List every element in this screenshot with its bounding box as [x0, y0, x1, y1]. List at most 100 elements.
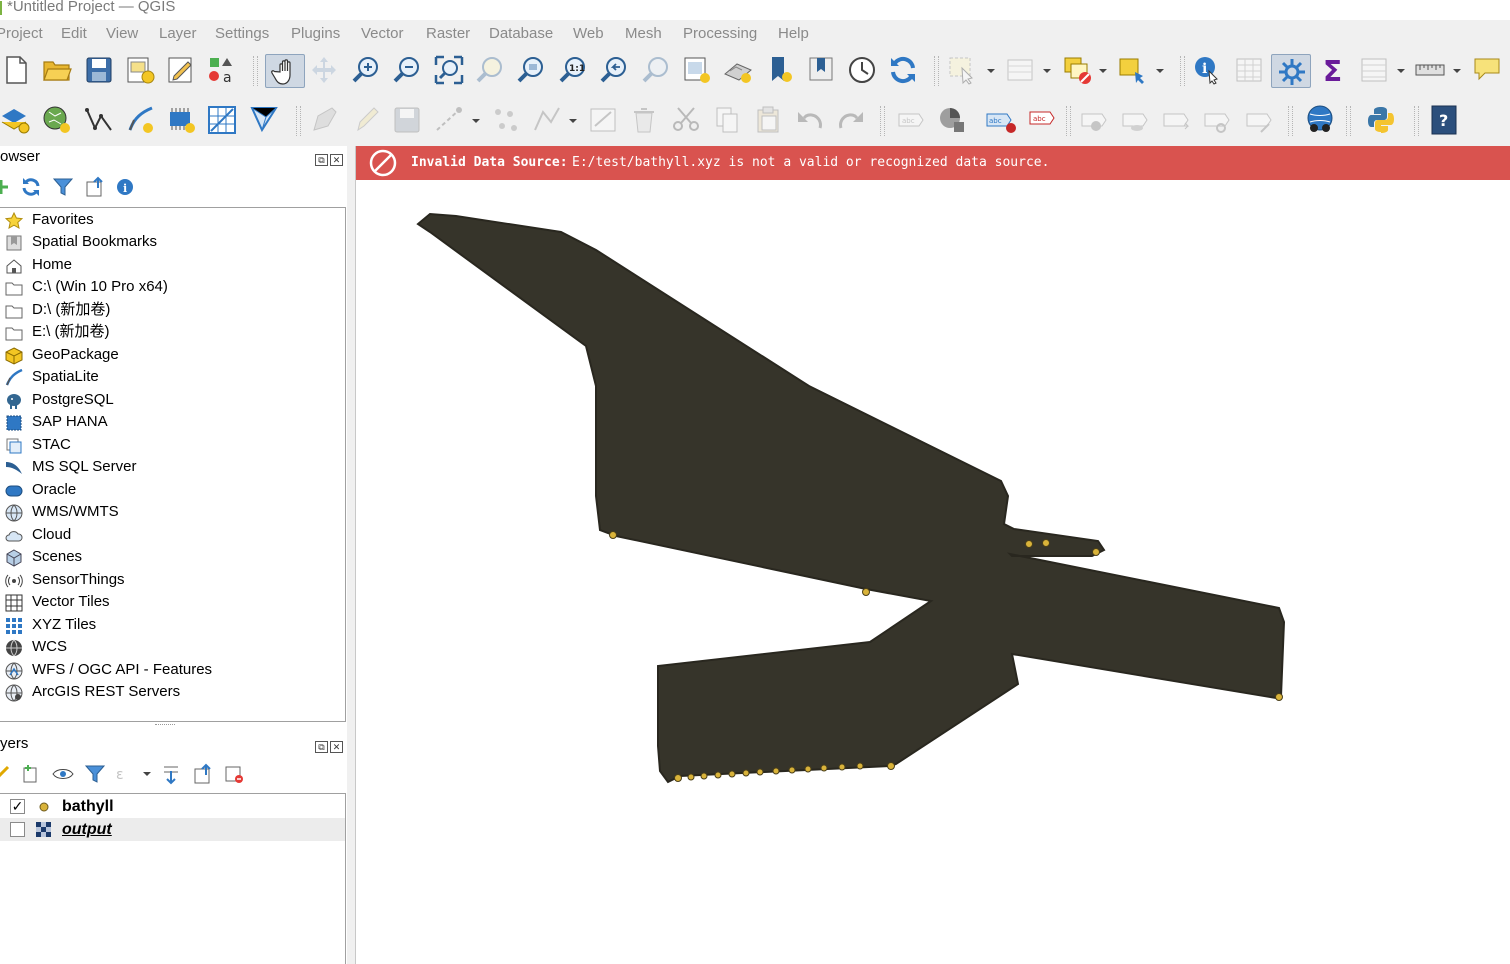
layer-visibility-checkbox[interactable]: ✓: [10, 799, 25, 814]
map-tips-icon[interactable]: [1471, 54, 1503, 86]
toggle-editing-icon[interactable]: [350, 104, 382, 136]
pan-icon[interactable]: [265, 54, 305, 88]
filter-by-expression-icon[interactable]: ε: [114, 763, 136, 785]
close-icon[interactable]: ✕: [330, 741, 343, 753]
new-project-icon[interactable]: [0, 54, 32, 86]
browser-item-drive-d[interactable]: D:\ (新加卷): [0, 299, 340, 321]
filter-features-icon[interactable]: [1117, 54, 1149, 86]
open-project-icon[interactable]: [41, 54, 73, 86]
new-virtual-layer-icon[interactable]: [206, 104, 238, 136]
close-icon[interactable]: ✕: [330, 154, 343, 166]
measure-line-icon[interactable]: [1414, 54, 1446, 86]
save-project-icon[interactable]: [83, 54, 115, 86]
move-label-icon[interactable]: [1119, 104, 1151, 136]
undo-icon[interactable]: [794, 104, 826, 136]
browser-item-scenes[interactable]: Scenes: [0, 546, 340, 568]
new-shapefile-layer-icon[interactable]: [83, 104, 115, 136]
new-geopackage-layer-icon[interactable]: [41, 104, 73, 136]
menu-help[interactable]: Help: [778, 25, 809, 42]
change-label-icon[interactable]: [1201, 104, 1233, 136]
chevron-down-icon[interactable]: [1042, 67, 1052, 75]
python-console-icon[interactable]: [1365, 104, 1397, 136]
delete-selected-icon[interactable]: [587, 104, 619, 136]
filter-legend-icon[interactable]: [84, 763, 106, 785]
new-map-view-icon[interactable]: [681, 54, 713, 86]
add-group-icon[interactable]: [20, 763, 42, 785]
diagram-toolbar-icon[interactable]: [936, 104, 968, 136]
browser-item-home[interactable]: Home: [0, 254, 340, 276]
current-edits-icon[interactable]: [308, 104, 340, 136]
layers-tree[interactable]: ✓ bathyll output: [0, 793, 346, 964]
chevron-down-icon[interactable]: [1155, 67, 1165, 75]
collapse-all-icon[interactable]: [84, 176, 106, 198]
browser-item-wcs[interactable]: WCS: [0, 636, 340, 658]
browser-item-favorites[interactable]: Favorites: [0, 209, 340, 231]
digitize-icon[interactable]: [433, 104, 465, 136]
info-icon[interactable]: i: [114, 176, 136, 198]
zoom-to-selection-icon[interactable]: [474, 54, 506, 86]
add-selected-layer-icon[interactable]: [0, 176, 14, 198]
vertex-tool-icon[interactable]: [490, 104, 522, 136]
menu-vector[interactable]: Vector: [361, 25, 404, 42]
paste-features-icon[interactable]: [752, 104, 784, 136]
layer-visibility-checkbox[interactable]: [10, 822, 25, 837]
new-mesh-layer-icon[interactable]: [248, 104, 280, 136]
temporal-controller-icon[interactable]: [846, 54, 878, 86]
zoom-native-resolution-icon[interactable]: 1:1: [557, 54, 589, 86]
menu-web[interactable]: Web: [573, 25, 604, 42]
browser-item-oracle[interactable]: Oracle: [0, 479, 340, 501]
show-hide-labels-icon[interactable]: [1078, 104, 1110, 136]
field-calculator-icon[interactable]: [1358, 54, 1390, 86]
trash-icon[interactable]: [628, 104, 660, 136]
browser-tree[interactable]: Favorites Spatial Bookmarks Home C:\ (Wi…: [0, 207, 346, 722]
copy-features-icon[interactable]: [711, 104, 743, 136]
menu-view[interactable]: View: [106, 25, 138, 42]
data-source-manager-icon[interactable]: [0, 104, 32, 136]
zoom-out-icon[interactable]: [391, 54, 423, 86]
browser-item-sap-hana[interactable]: SAP HANA: [0, 411, 340, 433]
menu-processing[interactable]: Processing: [683, 25, 757, 42]
chevron-down-icon[interactable]: [471, 117, 481, 125]
menu-project[interactable]: Project: [0, 25, 43, 42]
highlight-pinned-labels-icon[interactable]: abc: [985, 104, 1017, 136]
new-spatialite-layer-icon[interactable]: [124, 104, 156, 136]
chevron-down-icon[interactable]: [142, 770, 152, 778]
save-edits-icon[interactable]: [391, 104, 423, 136]
remove-layer-icon[interactable]: [223, 763, 245, 785]
style-manager-icon[interactable]: a: [206, 54, 238, 86]
browser-item-spatial-bookmarks[interactable]: Spatial Bookmarks: [0, 231, 340, 253]
float-panel-icon[interactable]: ⧉: [315, 154, 328, 166]
menu-database[interactable]: Database: [489, 25, 553, 42]
menu-edit[interactable]: Edit: [61, 25, 87, 42]
rotate-label-icon[interactable]: [1160, 104, 1192, 136]
toolbox-icon[interactable]: [1271, 54, 1311, 88]
chevron-down-icon[interactable]: [1098, 67, 1108, 75]
chevron-down-icon[interactable]: [986, 67, 996, 75]
zoom-full-icon[interactable]: [433, 54, 465, 86]
redo-icon[interactable]: [835, 104, 867, 136]
chevron-down-icon[interactable]: [1452, 67, 1462, 75]
browser-item-xyz-tiles[interactable]: XYZ Tiles: [0, 614, 340, 636]
browser-item-vector-tiles[interactable]: Vector Tiles: [0, 591, 340, 613]
float-panel-icon[interactable]: ⧉: [315, 741, 328, 753]
style-layer-icon[interactable]: [0, 763, 12, 785]
layer-row-bathyll[interactable]: ✓ bathyll: [0, 795, 345, 818]
zoom-to-layer-icon[interactable]: [515, 54, 547, 86]
browser-item-postgresql[interactable]: PostgreSQL: [0, 389, 340, 411]
show-bookmarks-icon[interactable]: [805, 54, 837, 86]
expand-all-icon[interactable]: [160, 763, 182, 785]
menu-raster[interactable]: Raster: [426, 25, 470, 42]
menu-settings[interactable]: Settings: [215, 25, 269, 42]
refresh-browser-icon[interactable]: [20, 176, 42, 198]
map-canvas[interactable]: Invalid Data Source: E:/test/bathyll.xyz…: [355, 146, 1510, 964]
menu-plugins[interactable]: Plugins: [291, 25, 340, 42]
filter-browser-icon[interactable]: [52, 176, 74, 198]
browser-item-wms[interactable]: WMS/WMTS: [0, 501, 340, 523]
browser-item-cloud[interactable]: Cloud: [0, 524, 340, 546]
menu-mesh[interactable]: Mesh: [625, 25, 662, 42]
new-print-layout-icon[interactable]: [124, 54, 156, 86]
chevron-down-icon[interactable]: [568, 117, 578, 125]
attribute-table-icon[interactable]: [1233, 54, 1265, 86]
zoom-last-icon[interactable]: [598, 54, 630, 86]
new-3d-map-view-icon[interactable]: [722, 54, 754, 86]
